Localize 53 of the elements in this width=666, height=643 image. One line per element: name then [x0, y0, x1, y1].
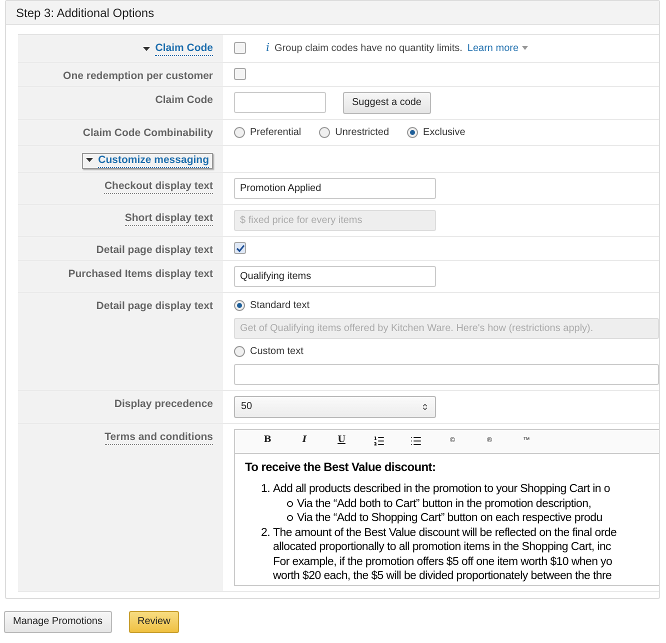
- checkbox[interactable]: [234, 242, 246, 254]
- field-label: Display precedence: [114, 398, 213, 410]
- checkbox[interactable]: [234, 42, 246, 54]
- suggest-code-button[interactable]: Suggest a code: [343, 92, 430, 114]
- list-text: Add all products described in the promotion to your Shopping Cart in o: [273, 482, 610, 496]
- field-label: Claim Code Combinability: [82, 126, 213, 140]
- field-label: Claim Code: [155, 94, 213, 106]
- field-label: Detail page display text: [96, 244, 213, 256]
- bullet-icon: [287, 500, 293, 507]
- field-label: Detail page display text: [96, 300, 213, 312]
- radio-button[interactable]: [234, 346, 245, 356]
- editor-heading: To receive the Best Value discount:: [245, 460, 436, 474]
- list-text: worth $20 each, the $5 will be divided proportionately between the thre: [273, 569, 612, 584]
- list-number: 2.: [260, 526, 271, 540]
- checkbox[interactable]: [234, 68, 246, 80]
- list-text: Via the “Add both to Cart” button in the promotion description,: [297, 496, 592, 511]
- radio-button[interactable]: [407, 126, 418, 138]
- field-label: Terms and conditions: [104, 430, 213, 444]
- caret-icon: [522, 46, 528, 50]
- radio-label: Standard text: [250, 298, 310, 312]
- list-text: The amount of the Best Value discount will be reflected on the final orde: [273, 526, 617, 540]
- select-arrows-icon: [421, 402, 429, 410]
- field-label: Purchased Items display text: [68, 268, 213, 280]
- field-label: Short display text: [124, 212, 213, 226]
- radio-button[interactable]: [319, 126, 330, 138]
- text-field[interactable]: [234, 92, 326, 113]
- list-text: allocated proportionally to all promotion items in the Shopping Cart, inc: [273, 540, 611, 554]
- radio-label: Preferential: [250, 126, 302, 140]
- text-field[interactable]: Qualifying items: [234, 266, 436, 286]
- section-toggle-link[interactable]: Claim Code: [155, 42, 213, 56]
- radio-label: Unrestricted: [335, 126, 390, 140]
- text-field[interactable]: Promotion Applied: [234, 178, 436, 198]
- radio-button[interactable]: [234, 126, 245, 138]
- review-button[interactable]: Review: [128, 610, 180, 632]
- toolbar-button[interactable]: U: [323, 431, 360, 451]
- manage-promotions-button[interactable]: Manage Promotions: [4, 610, 112, 632]
- bullet-icon: [287, 515, 293, 522]
- list-number: 1.: [260, 482, 271, 497]
- info-text: Group claim codes have no quantity limits.: [274, 42, 462, 56]
- toolbar-button[interactable]: I: [286, 431, 323, 451]
- field-label: One redemption per customer: [63, 70, 213, 82]
- list-text: Via the “Add to Shopping Cart” button on each respective produ: [297, 511, 602, 526]
- select-dropdown[interactable]: 50: [234, 396, 436, 418]
- info-icon: i: [266, 40, 270, 56]
- ordered-list-icon: [372, 435, 384, 447]
- learn-more-link[interactable]: Learn more: [467, 40, 519, 56]
- list-text: For example, if the promotion offers $5 off one item worth $10 when yo: [273, 554, 612, 569]
- radio-label: Exclusive: [423, 126, 466, 140]
- toolbar-button[interactable]: B: [249, 431, 286, 451]
- text-field[interactable]: [234, 364, 659, 384]
- field-label: Checkout display text: [104, 180, 213, 194]
- radio-label: Custom text: [250, 344, 304, 358]
- section-title: Step 3: Additional Options: [16, 4, 154, 22]
